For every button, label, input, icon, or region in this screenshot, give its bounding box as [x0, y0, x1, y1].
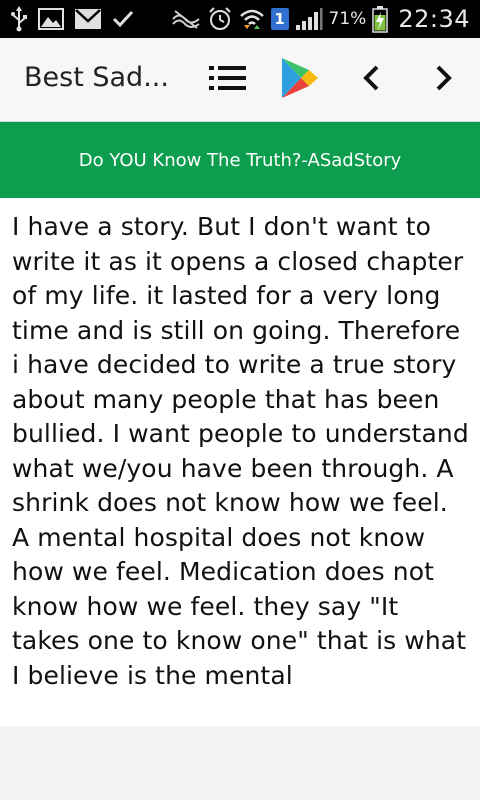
app-toolbar: Best Sad...: [0, 38, 480, 122]
wifi-icon: [239, 6, 265, 32]
battery-charging-icon: [372, 6, 389, 33]
play-store-button[interactable]: [276, 58, 322, 102]
bottom-blank-area: [0, 726, 480, 800]
story-title-banner: Do YOU Know The Truth?-ASadStory: [0, 122, 480, 198]
check-icon: [112, 6, 134, 32]
gallery-icon: [38, 6, 64, 32]
list-button[interactable]: [205, 58, 251, 102]
next-button[interactable]: [421, 58, 467, 102]
chevron-left-icon: [361, 64, 381, 96]
gmail-icon: [74, 6, 102, 32]
notification-badge-icon: 1: [270, 8, 289, 30]
signal-muted-icon: [171, 6, 201, 32]
status-bar-system: 1 71% 22:34: [171, 5, 470, 33]
battery-percent: 71%: [328, 9, 367, 29]
previous-button[interactable]: [348, 58, 394, 102]
cell-signal-icon: [295, 6, 323, 32]
usb-icon: [10, 6, 28, 32]
clock: 22:34: [398, 5, 470, 33]
app-title: Best Sad...: [24, 62, 169, 93]
list-icon: [209, 65, 247, 95]
status-bar: 1 71% 22:34: [0, 0, 480, 38]
play-store-icon: [279, 56, 319, 104]
status-bar-notifications: [10, 6, 134, 32]
story-body-text: I have a story. But I don't want to writ…: [12, 212, 469, 690]
alarm-icon: [207, 6, 233, 32]
story-title: Do YOU Know The Truth?-ASadStory: [78, 149, 402, 171]
story-content[interactable]: I have a story. But I don't want to writ…: [0, 198, 480, 726]
chevron-right-icon: [434, 64, 454, 96]
